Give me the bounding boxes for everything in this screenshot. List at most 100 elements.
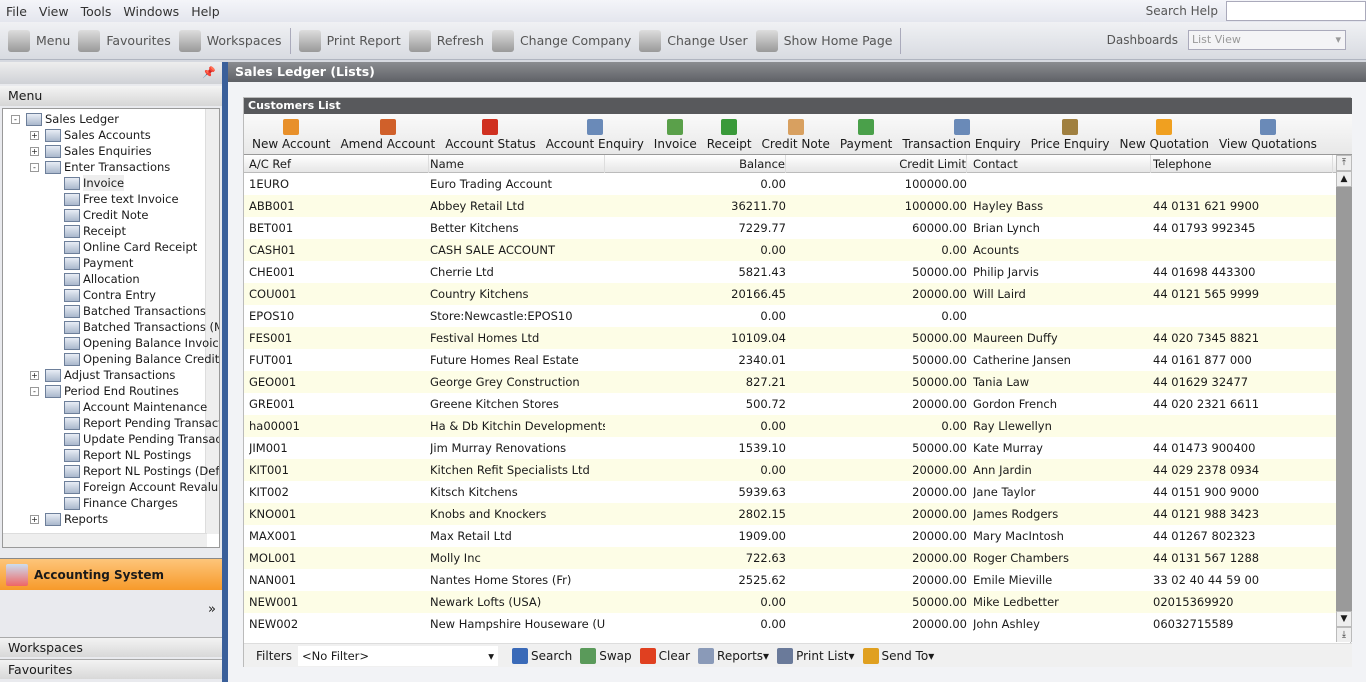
toolbar-show-home-page-button[interactable]: Show Home Page <box>755 29 892 52</box>
tree-item[interactable]: Batched Transactions (Ma <box>64 319 219 335</box>
collapse-icon[interactable]: - <box>30 386 39 396</box>
filter-swap-button[interactable]: Swap <box>580 647 632 664</box>
tree-item[interactable]: Contra Entry <box>64 287 156 303</box>
menu-file[interactable]: File <box>0 4 33 19</box>
action-credit-note-button[interactable]: Credit Note <box>762 119 830 154</box>
favourites-button[interactable]: Favourites <box>0 659 222 679</box>
tree-item[interactable]: Opening Balance Invoice <box>64 335 219 351</box>
table-row[interactable]: JIM001 Jim Murray Renovations 1539.10 50000… <box>244 437 1352 459</box>
toolbar-print-report-button[interactable]: Print Report <box>298 29 401 52</box>
tree-item[interactable]: Report NL Postings (Defe <box>64 463 219 479</box>
tree-item[interactable]: + Adjust Transactions <box>30 367 175 383</box>
menu-windows[interactable]: Windows <box>117 4 185 19</box>
filter-select[interactable]: <No Filter> ▾ <box>297 645 498 666</box>
column-header[interactable]: Contact <box>973 155 1151 173</box>
collapse-icon[interactable]: - <box>11 114 20 124</box>
table-row[interactable]: NEW002 New Hampshire Houseware (USA) 0.00 2… <box>244 613 1352 635</box>
search-help-input[interactable] <box>1226 1 1366 21</box>
table-row[interactable]: NAN001 Nantes Home Stores (Fr) 2525.62 2000… <box>244 569 1352 591</box>
column-header[interactable]: A/C Ref <box>249 155 429 173</box>
grid-scrollbar[interactable]: ⤒ ▲ ▼ ⤓ <box>1336 155 1352 642</box>
table-row[interactable]: KIT002 Kitsch Kitchens 5939.63 20000.00 Jane… <box>244 481 1352 503</box>
expand-icon[interactable]: + <box>30 130 39 140</box>
chevron-down-icon[interactable]: ▾ <box>763 649 769 663</box>
tree-item[interactable]: Allocation <box>64 271 140 287</box>
tree-item[interactable]: - Sales Ledger <box>11 111 119 127</box>
chevron-double-right-icon[interactable]: » <box>208 602 216 617</box>
tree-horizontal-scrollbar[interactable] <box>3 533 207 547</box>
table-row[interactable]: COU001 Country Kitchens 20166.45 20000.00 Wi… <box>244 283 1352 305</box>
expand-icon[interactable]: + <box>30 146 39 156</box>
tree-item[interactable]: Free text Invoice <box>64 191 179 207</box>
tree-item[interactable]: - Period End Routines <box>30 383 179 399</box>
scroll-up-icon[interactable]: ▲ <box>1336 171 1352 187</box>
action-amend-account-button[interactable]: Amend Account <box>340 119 435 154</box>
action-new-account-button[interactable]: New Account <box>252 119 330 154</box>
tree-item[interactable]: Batched Transactions <box>64 303 206 319</box>
table-row[interactable]: 1EURO Euro Trading Account 0.00 100000.00 <box>244 173 1352 195</box>
expand-icon[interactable]: + <box>30 370 39 380</box>
scroll-top-icon[interactable]: ⤒ <box>1336 155 1352 171</box>
menu-help[interactable]: Help <box>185 4 226 19</box>
tree-item[interactable]: Foreign Account Revalua <box>64 479 219 495</box>
chevron-down-icon[interactable]: ▾ <box>848 649 854 663</box>
tree-item[interactable]: Online Card Receipt <box>64 239 197 255</box>
table-row[interactable]: CHE001 Cherrie Ltd 5821.43 50000.00 Philip J… <box>244 261 1352 283</box>
toolbar-menu-button[interactable]: Menu <box>8 29 70 52</box>
table-row[interactable]: CASH01 CASH SALE ACCOUNT 0.00 0.00 Acounts <box>244 239 1352 261</box>
tree-item[interactable]: Credit Note <box>64 207 148 223</box>
tree-item[interactable]: Receipt <box>64 223 126 239</box>
expand-icon[interactable]: + <box>30 514 39 524</box>
action-payment-button[interactable]: Payment <box>840 119 892 154</box>
filter-clear-button[interactable]: Clear <box>639 647 690 664</box>
tree-item[interactable]: + Reports <box>30 511 108 527</box>
table-row[interactable]: KIT001 Kitchen Refit Specialists Ltd 0.00 2… <box>244 459 1352 481</box>
action-account-status-button[interactable]: Account Status <box>445 119 536 154</box>
collapse-icon[interactable]: - <box>30 162 39 172</box>
column-header[interactable]: Name <box>430 155 605 173</box>
action-invoice-button[interactable]: Invoice <box>654 119 697 154</box>
scroll-down-icon[interactable]: ▼ <box>1336 611 1352 627</box>
table-row[interactable]: NEW001 Newark Lofts (USA) 0.00 50000.00 Mike… <box>244 591 1352 613</box>
toolbar-change-company-button[interactable]: Change Company <box>491 29 631 52</box>
action-price-enquiry-button[interactable]: Price Enquiry <box>1031 119 1110 154</box>
column-header[interactable]: Credit Limit <box>787 155 967 173</box>
filter-send-to-button[interactable]: Send To ▾ <box>862 647 934 664</box>
pin-icon[interactable]: 📌 <box>202 66 216 79</box>
dashboards-select[interactable]: List View ▾ <box>1188 30 1346 50</box>
tree-item[interactable]: + Sales Accounts <box>30 127 151 143</box>
filter-search-button[interactable]: Search <box>511 647 572 664</box>
tree-item[interactable]: Finance Charges <box>64 495 178 511</box>
table-row[interactable]: ABB001 Abbey Retail Ltd 36211.70 100000.00 H… <box>244 195 1352 217</box>
table-row[interactable]: GEO001 George Grey Construction 827.21 5000… <box>244 371 1352 393</box>
table-row[interactable]: FES001 Festival Homes Ltd 10109.04 50000.00… <box>244 327 1352 349</box>
toolbar-refresh-button[interactable]: Refresh <box>408 29 484 52</box>
table-row[interactable]: EPOS10 Store:Newcastle:EPOS10 0.00 0.00 <box>244 305 1352 327</box>
toolbar-favourites-button[interactable]: Favourites <box>78 29 171 52</box>
chevron-down-icon[interactable]: ▾ <box>928 649 934 663</box>
filter-reports-button[interactable]: Reports ▾ <box>698 647 769 664</box>
toolbar-change-user-button[interactable]: Change User <box>639 29 748 52</box>
tree-item[interactable]: - Enter Transactions <box>30 159 170 175</box>
tree-item[interactable]: Report Pending Transact <box>64 415 219 431</box>
table-row[interactable]: FUT001 Future Homes Real Estate 2340.01 500… <box>244 349 1352 371</box>
action-transaction-enquiry-button[interactable]: Transaction Enquiry <box>902 119 1021 154</box>
tree-item[interactable]: Invoice <box>64 175 125 191</box>
tree-item[interactable]: Report NL Postings <box>64 447 191 463</box>
action-account-enquiry-button[interactable]: Account Enquiry <box>546 119 644 154</box>
tree-item[interactable]: Opening Balance Credit <box>64 351 219 367</box>
menu-tools[interactable]: Tools <box>75 4 118 19</box>
accounting-system-button[interactable]: Accounting System <box>0 558 222 590</box>
action-receipt-button[interactable]: Receipt <box>707 119 752 154</box>
action-new-quotation-button[interactable]: New Quotation <box>1120 119 1209 154</box>
table-row[interactable]: GRE001 Greene Kitchen Stores 500.72 20000.0… <box>244 393 1352 415</box>
filter-print-list-button[interactable]: Print List ▾ <box>777 647 855 664</box>
workspaces-button[interactable]: Workspaces <box>0 637 222 657</box>
tree-item[interactable]: Payment <box>64 255 133 271</box>
tree-item[interactable]: + Sales Enquiries <box>30 143 152 159</box>
action-view-quotations-button[interactable]: View Quotations <box>1219 119 1317 154</box>
table-row[interactable]: MOL001 Molly Inc 722.63 20000.00 Roger Chamb… <box>244 547 1352 569</box>
toolbar-workspaces-button[interactable]: Workspaces <box>178 29 282 52</box>
table-row[interactable]: KNO001 Knobs and Knockers 2802.15 20000.00 J… <box>244 503 1352 525</box>
menu-view[interactable]: View <box>33 4 75 19</box>
